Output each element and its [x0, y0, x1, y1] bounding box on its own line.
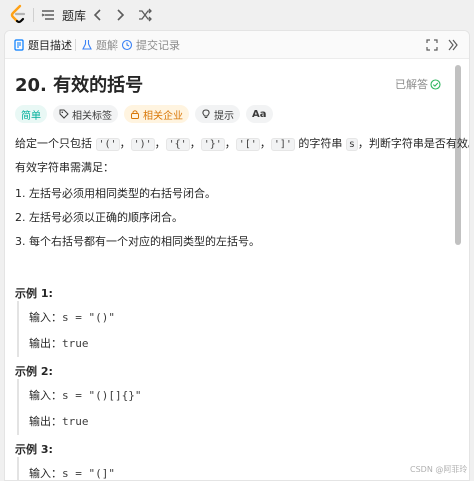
char-code: '{' [165, 138, 190, 151]
example-heading: 示例 3: [15, 443, 53, 456]
char-code: '(' [95, 138, 120, 151]
chevron-right-icon[interactable] [112, 6, 128, 24]
input-label: 输入： [29, 467, 62, 480]
document-icon [14, 39, 24, 51]
char-code: ')' [130, 138, 155, 151]
var-code: s [345, 138, 358, 151]
scrollbar[interactable] [455, 65, 461, 245]
more-icon[interactable] [445, 38, 459, 52]
char-code: '[' [235, 138, 260, 151]
output-label: 输出： [29, 415, 62, 428]
solved-status: 已解答 [395, 76, 441, 92]
tab-divider [75, 39, 76, 51]
divider [33, 8, 34, 22]
example-output: 输出：true [29, 335, 89, 351]
rule-item: 2. 左括号必须以正确的顺序闭合。 [15, 211, 183, 224]
rules-heading: 有效字符串需满足： [15, 161, 114, 174]
difficulty-label: 简单 [21, 110, 41, 122]
tab-divider [115, 39, 116, 51]
flask-icon [82, 40, 92, 50]
tab-submissions-label: 提交记录 [136, 39, 180, 52]
input-value: s = "()" [62, 311, 115, 324]
output-label: 输出： [29, 337, 62, 350]
example-input: 输入：s = "()" [29, 309, 115, 325]
leetcode-logo[interactable] [8, 4, 28, 24]
char-code: '}' [200, 138, 225, 151]
top-navbar: 题库 [0, 0, 474, 30]
problem-panel: 题目描述 题解 提交记录 20. 有效的括号 已解答 简单 相关标签 相关企业 … [4, 30, 470, 481]
char-code: ']' [270, 138, 295, 151]
related-tags-button[interactable]: 相关标签 [53, 105, 118, 123]
example-input: 输入：s = "(]" [29, 465, 115, 480]
history-icon [121, 39, 133, 51]
rule-item: 3. 每个右括号都有一个对应的相同类型的左括号。 [15, 235, 260, 248]
tab-description-label: 题目描述 [28, 39, 72, 52]
tag-row: 简单 相关标签 相关企业 提示 Aa [15, 105, 273, 123]
lightbulb-icon [202, 109, 210, 118]
hint-button[interactable]: 提示 [195, 105, 240, 123]
font-size-button[interactable]: Aa [246, 105, 273, 123]
tab-solution[interactable]: 题解 [81, 37, 118, 53]
intro-prefix: 给定一个只包括 [15, 137, 92, 150]
intro-mid: 的字符串 [298, 137, 343, 150]
difficulty-badge: 简单 [15, 105, 47, 123]
hint-label: 提示 [214, 110, 234, 122]
example-block: 输入：s = "()" 输出：true [17, 301, 417, 357]
shuffle-icon[interactable] [137, 7, 153, 23]
tab-bar: 题目描述 题解 提交记录 [5, 31, 469, 59]
output-value: true [62, 415, 89, 428]
related-tags-label: 相关标签 [72, 110, 112, 122]
tag-icon [59, 109, 69, 119]
example-block: 输入：s = "(]" [17, 457, 417, 480]
rule-item: 1. 左括号必须用相同类型的右括号闭合。 [15, 187, 216, 200]
separator: ， [259, 137, 271, 150]
expand-icon[interactable] [425, 38, 439, 52]
separator: ， [119, 137, 131, 150]
example-input: 输入：s = "()[]{}" [29, 387, 141, 403]
watermark: CSDN @阿菲玲 [410, 465, 468, 474]
input-label: 输入： [29, 311, 62, 324]
font-size-label: Aa [252, 108, 267, 120]
input-label: 输入： [29, 389, 62, 402]
list-icon[interactable] [40, 7, 56, 23]
chevron-left-icon[interactable] [90, 6, 106, 24]
output-value: true [62, 337, 89, 350]
check-circle-icon [430, 78, 441, 90]
tab-submissions[interactable]: 提交记录 [121, 37, 180, 53]
input-value: s = "()[]{}" [62, 389, 142, 402]
related-companies-label: 相关企业 [143, 110, 183, 122]
tab-description[interactable]: 题目描述 [13, 37, 72, 53]
solved-label: 已解答 [395, 78, 428, 91]
separator: ， [224, 137, 236, 150]
problem-list-title[interactable]: 题库 [62, 7, 86, 24]
example-output: 输出：true [29, 413, 89, 429]
input-value: s = "(]" [62, 467, 115, 480]
example-heading: 示例 1: [15, 287, 53, 300]
related-companies-button[interactable]: 相关企业 [124, 105, 189, 123]
problem-intro: 给定一个只包括 '('， ')'， '{'， '}'， '['， ']' 的字符串 s ，判… [15, 135, 470, 151]
intro-suffix: ，判断字符串是否有效。 [357, 137, 470, 150]
example-heading: 示例 2: [15, 365, 53, 378]
example-block: 输入：s = "()[]{}" 输出：true [17, 379, 417, 435]
separator: ， [189, 137, 201, 150]
lock-icon [131, 110, 139, 119]
separator: ， [154, 137, 166, 150]
problem-title: 20. 有效的括号 [15, 75, 144, 96]
